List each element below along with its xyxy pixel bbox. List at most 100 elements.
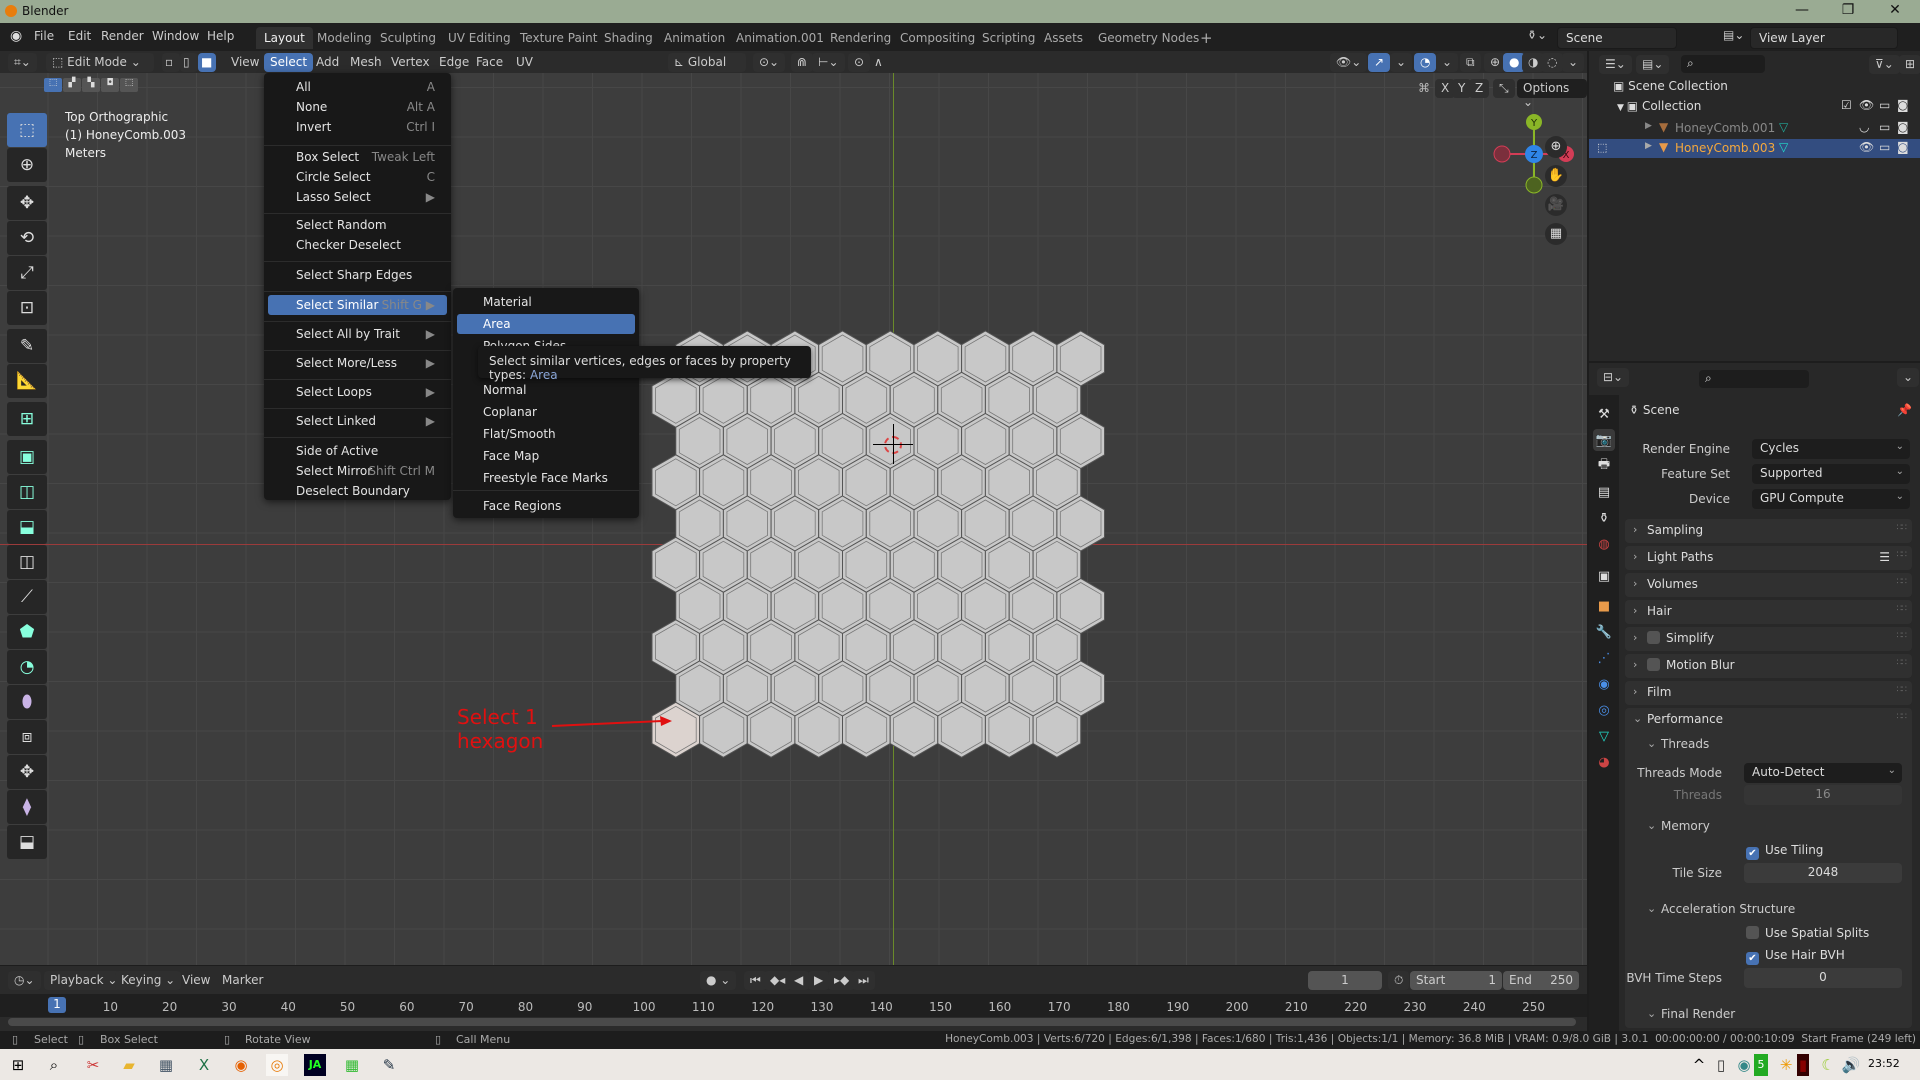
outliner-row-honeycomb-003[interactable]: ⬚ ▶ ▼ HoneyComb.003 ▽ 👁 ▭ ◙	[1589, 139, 1920, 158]
viewport-toggle-icon[interactable]: ▭	[1879, 120, 1890, 134]
overlay-toggle-icon[interactable]: ◔	[1414, 53, 1437, 72]
collection-row[interactable]: ▼ ▣ Collection	[1617, 99, 1701, 113]
editor-type-button[interactable]: ⌗⌄	[8, 53, 37, 72]
visibility-selector-icon[interactable]: 👁⌄	[1330, 53, 1368, 72]
menu-edit[interactable]: Edit	[68, 29, 91, 43]
shrink-fatten-tool-icon[interactable]: ✥	[7, 755, 47, 789]
menu-render[interactable]: Render	[101, 29, 144, 43]
view-layer-tab-icon[interactable]: ▤	[1593, 481, 1615, 503]
rendered-shading-icon[interactable]: ◌	[1541, 53, 1564, 72]
similar-item-material[interactable]: Material	[457, 292, 635, 312]
network-app-icon[interactable]: ◉	[1733, 1054, 1755, 1076]
excel-icon[interactable]: X	[193, 1054, 215, 1076]
calculator-icon[interactable]: ▦	[155, 1054, 177, 1076]
panel-simplify[interactable]: › Simplify ∷∷	[1625, 627, 1912, 651]
smooth-tool-icon[interactable]: ⬮	[7, 685, 47, 719]
viewport-toggle-icon[interactable]: ▭	[1879, 98, 1890, 112]
falloff-icon[interactable]: ∧	[868, 53, 889, 72]
tab-animation[interactable]: Animation	[656, 27, 733, 49]
menu-select[interactable]: Select	[264, 53, 314, 72]
tray-app-icon[interactable]: ▮	[1797, 1054, 1809, 1076]
menu-window[interactable]: Window	[152, 29, 199, 43]
menu-mesh[interactable]: Mesh	[344, 53, 388, 72]
scene-collection-row[interactable]: ▣ Scene Collection	[1613, 79, 1728, 93]
timeline-editor-type-icon[interactable]: ◷⌄	[8, 971, 41, 990]
tray-sun-icon[interactable]: ✳	[1775, 1054, 1797, 1076]
threads-mode-dropdown[interactable]: Auto-Detect ⌄	[1744, 763, 1902, 783]
panel-motion-blur[interactable]: › Motion Blur ∷∷	[1625, 654, 1912, 678]
rotate-tool-icon[interactable]: ⟲	[7, 221, 47, 255]
threads-subpanel-header[interactable]: ⌄ Threads	[1625, 733, 1912, 755]
expand-icon[interactable]: ▶	[1645, 141, 1652, 151]
menu-uv[interactable]: UV	[510, 53, 539, 72]
select-menu-item-select-random[interactable]: Select Random	[268, 215, 447, 235]
hair-bvh-option[interactable]: ✔ Use Hair BVH	[1746, 948, 1845, 965]
scene-selector[interactable]: Scene	[1557, 27, 1677, 49]
viewport-toggle-icon[interactable]: ▭	[1879, 140, 1890, 154]
cursor-tool-icon[interactable]: ⊕	[7, 148, 47, 182]
hidden-eye-icon[interactable]: ◡	[1859, 120, 1869, 134]
use-tiling-checkbox[interactable]: ✔	[1746, 847, 1759, 860]
extrude-tool-icon[interactable]: ▣	[7, 440, 47, 474]
particles-tab-icon[interactable]: ⋰	[1593, 647, 1615, 669]
similar-item-area[interactable]: Area	[457, 314, 635, 334]
proportional-edit-icon[interactable]: ⊙	[848, 53, 871, 72]
select-menu-item-lasso-select[interactable]: Lasso Select ▶	[268, 187, 447, 207]
timeline-view-menu[interactable]: View	[176, 971, 216, 990]
snap-target-button[interactable]: ⊢⌄	[812, 53, 845, 72]
exclude-checkbox[interactable]: ☑	[1841, 98, 1852, 112]
3d-viewport[interactable]: ⬚ ▞ ▚ ◘ ⬚ Top Orthographic (1) HoneyComb…	[0, 73, 1587, 965]
start-menu-icon[interactable]: ⊞	[7, 1054, 29, 1076]
menu-vertex[interactable]: Vertex	[385, 53, 436, 72]
jmol-icon[interactable]: JA	[304, 1054, 326, 1076]
use-tiling-option[interactable]: ✔ Use Tiling	[1746, 843, 1823, 860]
select-menu-item-select-mirror[interactable]: Select Mirror Shift Ctrl M	[268, 461, 447, 481]
render-engine-dropdown[interactable]: Cycles ⌄	[1752, 439, 1910, 459]
constraints-tab-icon[interactable]: ◎	[1593, 699, 1615, 721]
select-menu-item-select-all-by-trait[interactable]: Select All by Trait ▶	[268, 324, 447, 344]
edge-select-mode-button[interactable]: ▯	[180, 53, 198, 72]
edge-slide-tool-icon[interactable]: ⧈	[7, 720, 47, 754]
select-menu-item-checker-deselect[interactable]: Checker Deselect	[268, 235, 447, 255]
bevel-tool-icon[interactable]: ⬓	[7, 510, 47, 544]
bvh-steps-field[interactable]: 0	[1744, 968, 1902, 988]
timeline-marker-menu[interactable]: Marker	[216, 971, 269, 990]
select-menu-item-invert[interactable]: Invert Ctrl I	[268, 117, 447, 137]
annotate-tool-icon[interactable]: ✎	[7, 329, 47, 363]
shear-tool-icon[interactable]: ⧫	[7, 790, 47, 824]
properties-search-input[interactable]: ⌕	[1699, 370, 1809, 388]
performance-header[interactable]: ⌄ Performance ∷∷	[1625, 708, 1912, 732]
render-toggle-icon[interactable]: ◙	[1897, 120, 1909, 134]
playhead[interactable]: 1	[48, 997, 66, 1013]
face-select-mode-button[interactable]: ■	[198, 53, 216, 72]
pan-view-icon[interactable]: ✋	[1545, 165, 1567, 187]
similar-item-freestyle-face-marks[interactable]: Freestyle Face Marks	[457, 468, 635, 488]
play-icon[interactable]: ▶	[808, 971, 830, 990]
select-box-tool-icon[interactable]: ⬚	[7, 113, 47, 147]
mirror-z-toggle[interactable]: Z	[1469, 79, 1490, 98]
menu-file[interactable]: File	[34, 29, 54, 43]
inset-faces-tool-icon[interactable]: ◫	[7, 475, 47, 509]
options-dropdown[interactable]: Options ⌄	[1517, 79, 1587, 109]
select-menu-item-box-select[interactable]: Box Select Tweak Left	[268, 147, 447, 167]
simplify-checkbox[interactable]	[1647, 631, 1660, 644]
tab-scripting[interactable]: Scripting	[974, 27, 1043, 49]
data-tab-icon[interactable]: ▽	[1593, 725, 1615, 747]
extend-selection-icon[interactable]: ▞	[63, 78, 81, 92]
select-menu-item-select-similar[interactable]: Select Similar Shift G ▶	[268, 295, 447, 315]
close-button[interactable]: ✕	[1880, 2, 1910, 18]
presets-list-icon[interactable]: ☰	[1879, 550, 1890, 564]
blender-taskbar-icon[interactable]: ◎	[266, 1054, 288, 1076]
jump-end-icon[interactable]: ⏭	[852, 971, 875, 990]
similar-item-face-regions[interactable]: Face Regions	[457, 496, 635, 516]
view-layer-selector[interactable]: View Layer	[1750, 27, 1898, 49]
gizmo-toggle-icon[interactable]: ↗	[1368, 53, 1391, 72]
panel-volumes[interactable]: › Volumes ∷∷	[1625, 573, 1912, 597]
pin-icon[interactable]: 📌	[1897, 403, 1912, 417]
menu-view[interactable]: View	[225, 53, 265, 72]
select-menu-item-all[interactable]: All A	[268, 77, 447, 97]
stopwatch-icon[interactable]: ⏱	[1388, 971, 1410, 990]
expand-icon[interactable]: ▶	[1645, 121, 1652, 131]
similar-item-coplanar[interactable]: Coplanar	[457, 402, 635, 422]
spin-tool-icon[interactable]: ◔	[7, 650, 47, 684]
